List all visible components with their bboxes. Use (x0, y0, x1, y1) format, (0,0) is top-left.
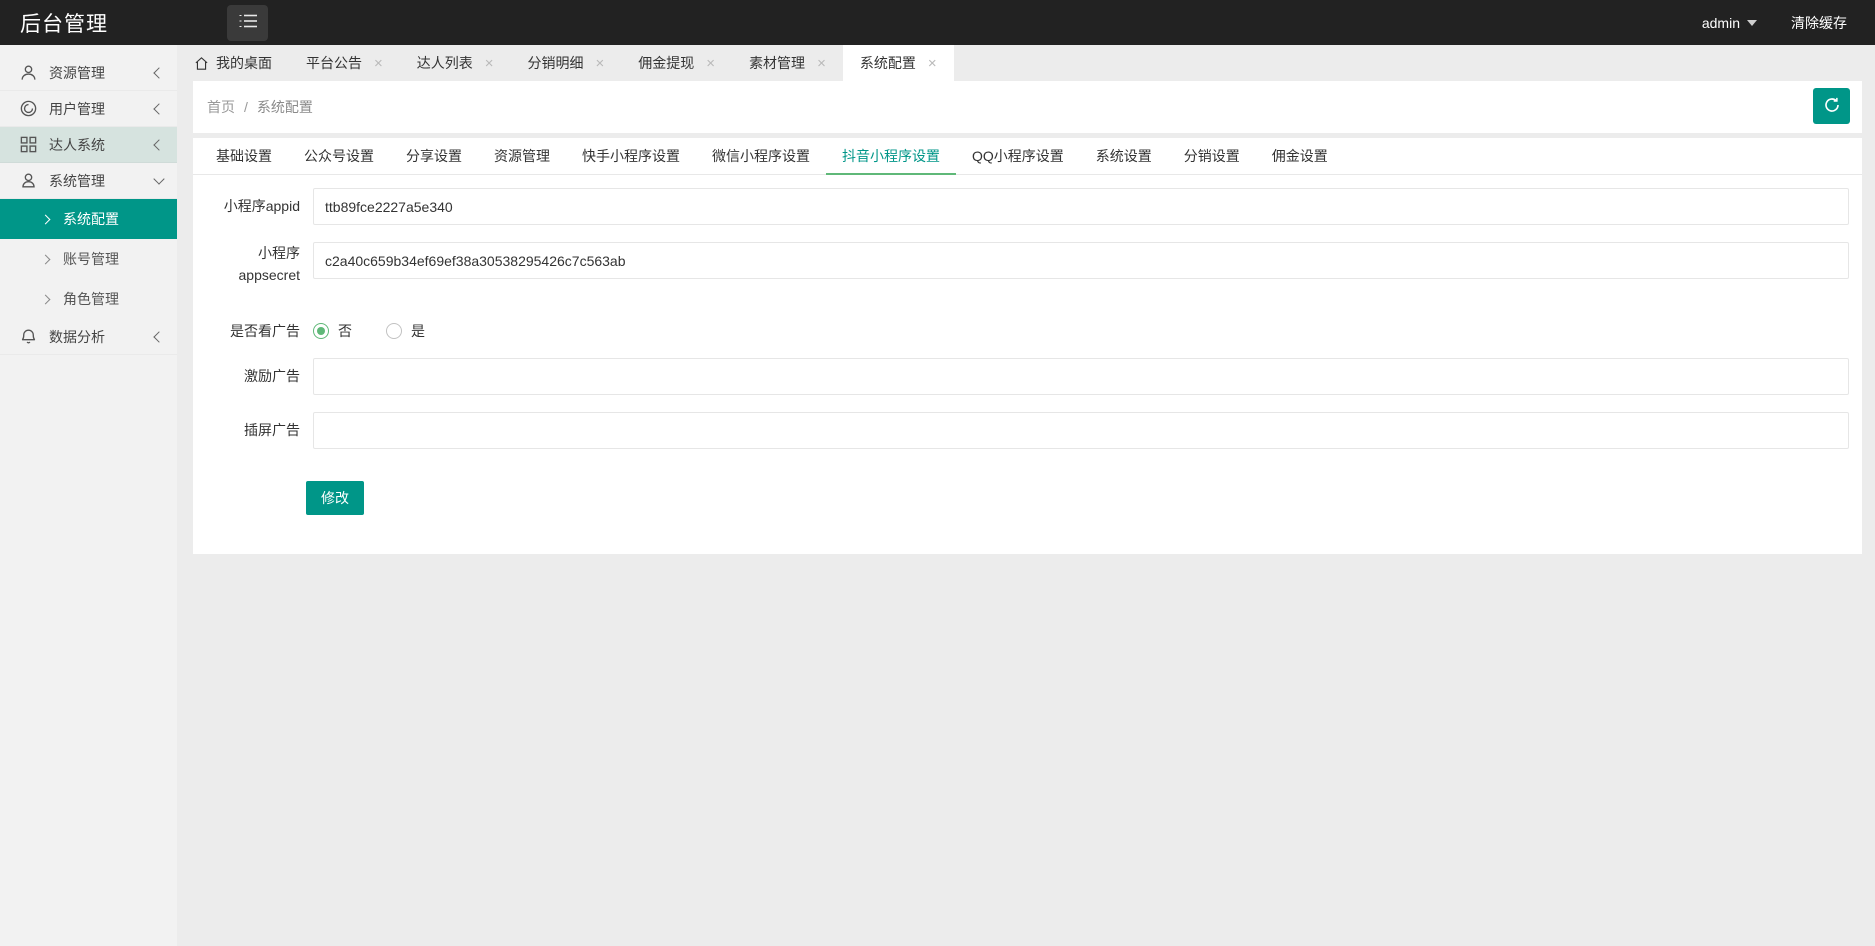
settings-tab-commission[interactable]: 佣金设置 (1256, 138, 1344, 174)
chevron-left-icon (153, 331, 164, 342)
sidebar-item-resource[interactable]: 资源管理 (0, 55, 177, 91)
tab-label: 我的桌面 (216, 53, 272, 73)
chevron-right-icon (41, 254, 51, 264)
settings-tab-resource[interactable]: 资源管理 (478, 138, 566, 174)
user-menu[interactable]: admin (1702, 15, 1757, 31)
settings-tab-distribution[interactable]: 分销设置 (1168, 138, 1256, 174)
sidebar: 资源管理 用户管理 达人系统 系统管理 系统配 (0, 45, 177, 946)
settings-tab-douyin[interactable]: 抖音小程序设置 (826, 138, 956, 174)
sidebar-subitem-label: 角色管理 (63, 289, 119, 309)
interstitial-ad-label: 插屏广告 (193, 412, 313, 449)
tab-label: 平台公告 (306, 53, 362, 73)
sidebar-item-user[interactable]: 用户管理 (0, 91, 177, 127)
close-icon[interactable]: × (374, 56, 383, 71)
settings-tab-share[interactable]: 分享设置 (390, 138, 478, 174)
tab-label: 系统配置 (860, 53, 916, 73)
caret-down-icon (1747, 20, 1757, 26)
chevron-left-icon (153, 103, 164, 114)
tab-distribution-detail[interactable]: 分销明细 × (511, 45, 622, 81)
chevron-right-icon (41, 294, 51, 304)
refresh-button[interactable] (1813, 88, 1850, 124)
settings-tab-official-account[interactable]: 公众号设置 (288, 138, 390, 174)
sidebar-subitem-label: 账号管理 (63, 249, 119, 269)
watch-ad-radio-no[interactable]: 否 (313, 321, 352, 341)
sidebar-item-label: 用户管理 (49, 99, 155, 119)
interstitial-ad-input[interactable] (313, 412, 1849, 449)
breadcrumb-bar: 首页 / 系统配置 (193, 81, 1862, 133)
chevron-down-icon (153, 173, 164, 184)
sidebar-item-label: 资源管理 (49, 63, 155, 83)
watch-ad-radio-yes[interactable]: 是 (386, 321, 425, 341)
close-icon[interactable]: × (485, 56, 494, 71)
appsecret-label: 小程序 appsecret (193, 242, 313, 287)
tab-label: 素材管理 (749, 53, 805, 73)
username: admin (1702, 15, 1740, 31)
gauge-icon (19, 99, 38, 118)
settings-tab-system[interactable]: 系统设置 (1080, 138, 1168, 174)
tab-my-desktop[interactable]: 我的桌面 (177, 45, 289, 81)
chevron-right-icon (41, 214, 51, 224)
sidebar-item-label: 达人系统 (49, 135, 155, 155)
bell-icon (19, 327, 38, 346)
app-title: 后台管理 (0, 8, 200, 38)
chevron-left-icon (153, 139, 164, 150)
sidebar-subitem-account[interactable]: 账号管理 (0, 239, 177, 279)
radio-selected-icon (313, 323, 329, 339)
sidebar-item-talent[interactable]: 达人系统 (0, 127, 177, 163)
main-area: 我的桌面 平台公告 × 达人列表 × 分销明细 × 佣金提现 × 素材管理 × … (177, 45, 1875, 946)
user-icon (19, 63, 38, 82)
tab-platform-notice[interactable]: 平台公告 × (289, 45, 400, 81)
chevron-left-icon (153, 67, 164, 78)
header-bar: 后台管理 admin 清除缓存 (0, 0, 1875, 45)
radio-unselected-icon (386, 323, 402, 339)
clear-cache-button[interactable]: 清除缓存 (1791, 13, 1847, 33)
settings-tab-qq[interactable]: QQ小程序设置 (956, 138, 1080, 174)
breadcrumb-current: 系统配置 (257, 97, 313, 117)
breadcrumb-separator: / (244, 99, 248, 115)
tab-system-config[interactable]: 系统配置 × (843, 45, 954, 81)
douyin-settings-form: 小程序appid 小程序 appsecret (193, 175, 1862, 515)
sidebar-subitem-role[interactable]: 角色管理 (0, 279, 177, 319)
sidebar-item-label: 数据分析 (49, 327, 155, 347)
tab-label: 佣金提现 (638, 53, 694, 73)
tab-commission-withdraw[interactable]: 佣金提现 × (621, 45, 732, 81)
reward-ad-label: 激励广告 (193, 358, 313, 395)
sidebar-subitem-system-config[interactable]: 系统配置 (0, 199, 177, 239)
close-icon[interactable]: × (817, 56, 826, 71)
tab-talent-list[interactable]: 达人列表 × (400, 45, 511, 81)
reward-ad-input[interactable] (313, 358, 1849, 395)
home-icon (194, 56, 209, 71)
close-icon[interactable]: × (928, 56, 937, 71)
appid-input[interactable] (313, 188, 1849, 225)
appid-label: 小程序appid (193, 188, 313, 225)
tab-label: 分销明细 (528, 53, 584, 73)
sidebar-item-analytics[interactable]: 数据分析 (0, 319, 177, 355)
watch-ad-label: 是否看广告 (193, 320, 313, 342)
close-icon[interactable]: × (706, 56, 715, 71)
grid-icon (19, 135, 38, 154)
sidebar-item-label: 系统管理 (49, 171, 155, 191)
settings-tab-wechat[interactable]: 微信小程序设置 (696, 138, 826, 174)
breadcrumb: 首页 / 系统配置 (207, 97, 313, 117)
sidebar-toggle-button[interactable] (227, 5, 268, 41)
page-tab-bar: 我的桌面 平台公告 × 达人列表 × 分销明细 × 佣金提现 × 素材管理 × … (177, 45, 1875, 81)
radio-label: 否 (338, 321, 352, 341)
sidebar-item-system[interactable]: 系统管理 (0, 163, 177, 199)
refresh-icon (1823, 96, 1841, 117)
settings-tab-kuaishou[interactable]: 快手小程序设置 (566, 138, 696, 174)
settings-card: 基础设置 公众号设置 分享设置 资源管理 快手小程序设置 微信小程序设置 抖音小… (193, 138, 1862, 554)
tab-material-manage[interactable]: 素材管理 × (732, 45, 843, 81)
list-icon (239, 14, 257, 33)
tab-label: 达人列表 (417, 53, 473, 73)
breadcrumb-home-link[interactable]: 首页 (207, 97, 235, 117)
settings-tab-bar: 基础设置 公众号设置 分享设置 资源管理 快手小程序设置 微信小程序设置 抖音小… (193, 138, 1862, 175)
settings-tab-basic[interactable]: 基础设置 (200, 138, 288, 174)
radio-label: 是 (411, 321, 425, 341)
close-icon[interactable]: × (596, 56, 605, 71)
sidebar-subitem-label: 系统配置 (63, 209, 119, 229)
appsecret-input[interactable] (313, 242, 1849, 279)
person-icon (19, 171, 38, 190)
watch-ad-radio-group: 否 是 (313, 313, 1849, 350)
submit-button[interactable]: 修改 (306, 481, 364, 515)
